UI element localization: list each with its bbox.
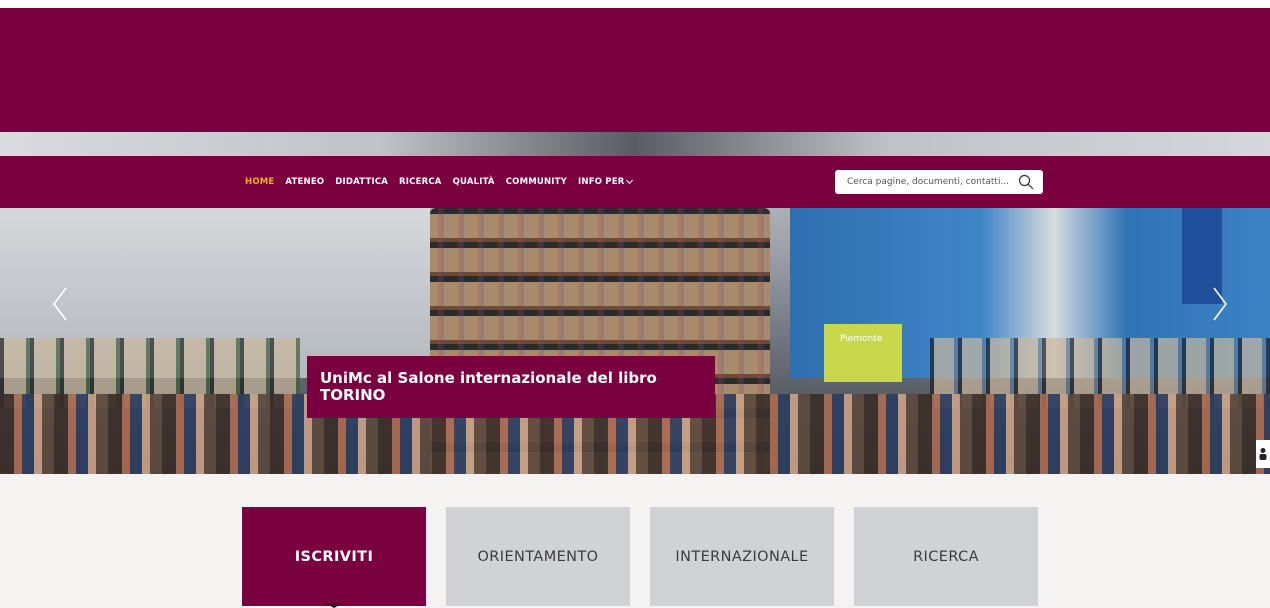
hero-banner-piemonte: Piemonte xyxy=(824,324,902,382)
nav-item-label: INFO PER xyxy=(578,177,625,187)
search-box xyxy=(835,170,1043,194)
top-header-band xyxy=(0,8,1270,132)
side-tab[interactable] xyxy=(1256,440,1270,468)
nav-item-ateneo[interactable]: ATENEO xyxy=(285,177,324,187)
chevron-left-icon[interactable] xyxy=(48,284,72,324)
tile-label: ISCRIVITI xyxy=(294,548,374,565)
main-navbar: HOME ATENEO DIDATTICA RICERCA QUALITÀ CO… xyxy=(0,156,1270,208)
nav-item-info-per[interactable]: INFO PER xyxy=(578,176,634,187)
search-icon[interactable] xyxy=(1018,174,1034,190)
tile-internazionale[interactable]: INTERNAZIONALE xyxy=(650,507,834,606)
slide-caption[interactable]: UniMc al Salone internazionale del libro… xyxy=(307,356,715,418)
nav-item-label: RICERCA xyxy=(399,177,442,187)
tile-label: RICERCA xyxy=(913,548,979,565)
tile-iscriviti[interactable]: ISCRIVITI xyxy=(242,507,426,606)
nav-item-didattica[interactable]: DIDATTICA xyxy=(335,177,388,187)
chevron-right-icon[interactable] xyxy=(1208,284,1232,324)
main-nav: HOME ATENEO DIDATTICA RICERCA QUALITÀ CO… xyxy=(245,156,643,208)
user-icon xyxy=(1259,448,1267,460)
nav-item-label: HOME xyxy=(245,177,275,187)
slide-caption-text: UniMc al Salone internazionale del libro… xyxy=(320,369,657,404)
quick-links-area xyxy=(0,474,1270,608)
tile-orientamento[interactable]: ORIENTAMENTO xyxy=(446,507,630,606)
tile-label: ORIENTAMENTO xyxy=(477,548,599,565)
nav-item-ricerca[interactable]: RICERCA xyxy=(399,177,442,187)
nav-item-community[interactable]: COMMUNITY xyxy=(506,177,567,187)
nav-item-qualita[interactable]: QUALITÀ xyxy=(453,177,495,187)
nav-item-home[interactable]: HOME xyxy=(245,177,274,187)
chevron-down-icon xyxy=(626,176,634,184)
search-input[interactable] xyxy=(835,176,1021,188)
hero-banner-text: Piemonte xyxy=(840,334,883,344)
tile-ricerca[interactable]: RICERCA xyxy=(854,507,1038,606)
tile-label: INTERNAZIONALE xyxy=(675,548,809,565)
nav-item-label: ATENEO xyxy=(285,177,325,187)
hero-ceiling xyxy=(0,132,1270,158)
nav-item-label: DIDATTICA xyxy=(335,177,389,187)
nav-item-label: QUALITÀ xyxy=(452,177,495,187)
nav-item-label: COMMUNITY xyxy=(505,177,568,187)
tile-active-pointer xyxy=(325,603,343,608)
